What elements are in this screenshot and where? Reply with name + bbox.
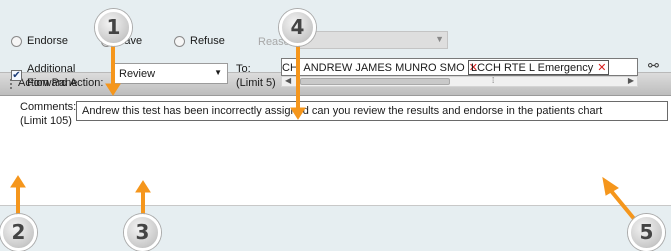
to-label-line2: (Limit 5) (236, 77, 276, 89)
binoculars-search-icon[interactable]: ⚯ (648, 58, 659, 74)
chevron-down-icon: ▼ (435, 34, 444, 44)
comments-input[interactable]: Andrew this test has been incorrectly as… (76, 101, 668, 121)
forward-label-line1: Additional (27, 63, 76, 75)
chevron-down-icon: ▼ (214, 68, 222, 77)
recipient-name: CH, ANDREW JAMES MUNRO SMO (282, 62, 465, 74)
scroll-grip-icon: ⁞ (492, 76, 495, 85)
remove-recipient-icon[interactable]: ✕ (597, 62, 606, 74)
endorse-radio[interactable]: Endorse (11, 35, 68, 47)
scrollbar-thumb[interactable] (300, 78, 450, 85)
comments-label: Comments: (Limit 105) (20, 100, 76, 128)
comments-label-line1: Comments: (20, 101, 77, 113)
recipients-field[interactable]: CH, ANDREW JAMES MUNRO SMO ✕ LCCH RTE L E… (281, 58, 638, 76)
callout-2: 2 (0, 214, 37, 251)
comments-label-line2: (Limit 105) (20, 115, 72, 127)
forward-action-label: Additional Forward Action: (27, 62, 103, 90)
radio-unchecked-icon (11, 35, 22, 47)
to-label-line1: To: (236, 63, 251, 75)
recipient-name: LCCH RTE L Emergency (471, 62, 594, 74)
forward-action-value: Review (119, 68, 156, 80)
callout-5: 5 (628, 214, 665, 251)
callout-1: 1 (95, 9, 132, 46)
recipient-chip[interactable]: CH, ANDREW JAMES MUNRO SMO ✕ (282, 61, 478, 74)
refuse-radio[interactable]: Refuse (174, 35, 225, 47)
radio-unchecked-icon (174, 35, 185, 47)
refuse-label: Refuse (190, 35, 225, 47)
action-pane: Action Pane (0, 72, 671, 206)
to-label: To: (Limit 5) (236, 62, 276, 90)
reason-dropdown[interactable]: ▼ (298, 31, 448, 49)
scroll-left-icon[interactable]: ◀ (285, 76, 291, 85)
recipients-scrollbar[interactable]: ◀ ⁞ ▶ (281, 76, 638, 87)
scroll-right-icon[interactable]: ▶ (628, 76, 634, 85)
recipient-chip[interactable]: LCCH RTE L Emergency ✕ (468, 60, 610, 75)
callout-4: 4 (279, 9, 316, 46)
forward-label-line2: Forward Action: (27, 77, 104, 89)
forward-action-dropdown[interactable]: Review ▼ (113, 63, 228, 84)
forward-action-checkbox[interactable]: ✔ (11, 70, 22, 81)
endorse-label: Endorse (27, 35, 68, 47)
callout-3: 3 (124, 214, 161, 251)
